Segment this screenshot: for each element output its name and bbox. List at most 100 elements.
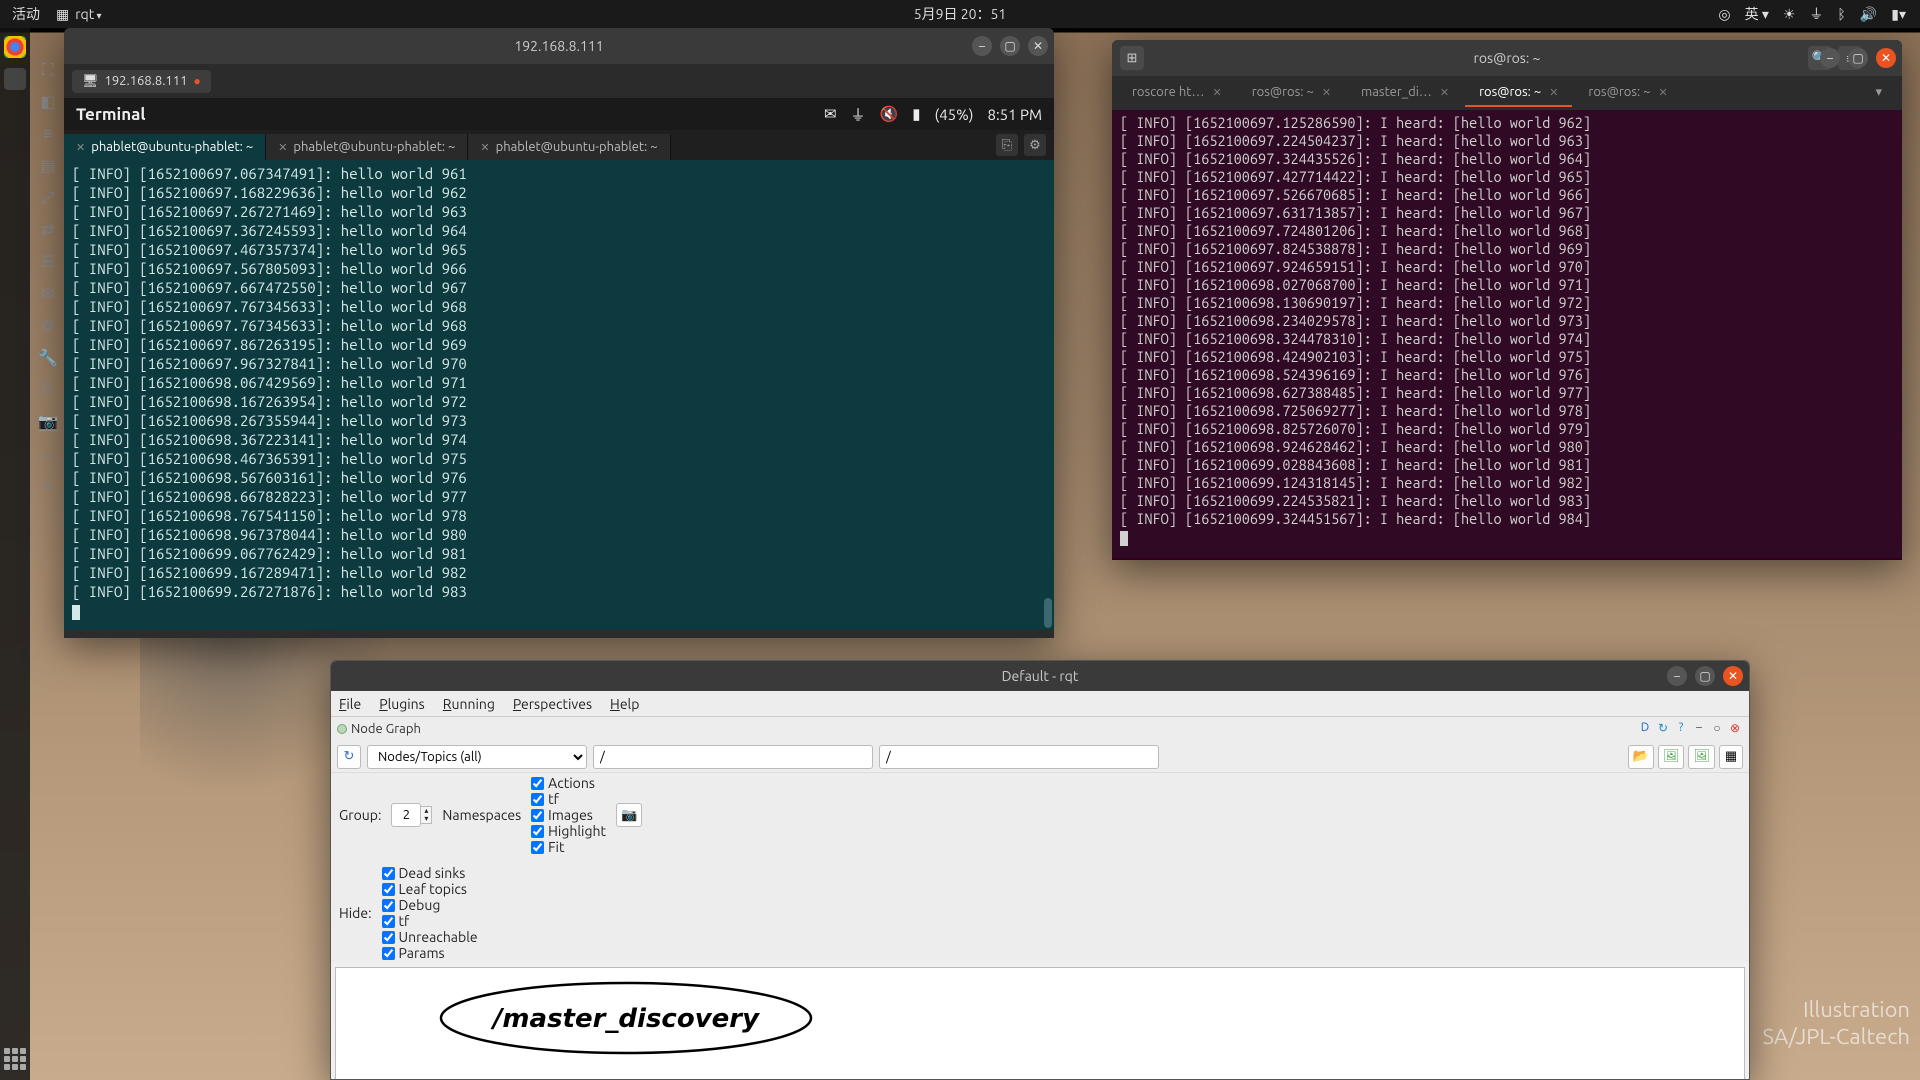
tab-close-icon[interactable]: ✕	[1440, 86, 1449, 99]
tool-copy-icon[interactable]: ⎘	[38, 380, 58, 400]
checkbox-fit[interactable]: Fit	[531, 839, 606, 855]
tab-close-icon[interactable]: ✕	[278, 141, 287, 154]
tab-close-icon[interactable]: ●	[193, 74, 200, 88]
expand-plugin-icon[interactable]: ○	[1709, 721, 1725, 737]
tab-dropdown-icon[interactable]: ▾	[1861, 79, 1896, 108]
maximize-button[interactable]: ▢	[1000, 36, 1020, 56]
checkbox-images[interactable]: Images	[531, 807, 606, 823]
gterm-tab[interactable]: roscore ht…✕	[1118, 79, 1236, 107]
reload-status-icon[interactable]	[337, 724, 347, 734]
tool-screenshot-icon[interactable]: 📷	[38, 412, 58, 432]
gterm-tab[interactable]: ros@ros: ~✕	[1574, 79, 1681, 107]
checkbox-leaf-topics[interactable]: Leaf topics	[382, 881, 478, 897]
checkbox-tf[interactable]: tf	[531, 791, 606, 807]
show-applications[interactable]	[4, 1048, 26, 1070]
activities-button[interactable]: 活动	[12, 4, 40, 24]
group-spinbox[interactable]: ▴▾	[391, 803, 432, 827]
menu-plugins[interactable]: Plugins	[379, 696, 425, 712]
tool-scale-icon[interactable]: ◧	[38, 92, 58, 112]
reload-icon[interactable]: ↻	[1655, 721, 1671, 737]
tool-grab-icon[interactable]: ≡	[38, 124, 58, 144]
tool-menu-icon[interactable]: ☰	[38, 252, 58, 272]
wifi-strength-icon[interactable]: ⏚	[851, 104, 866, 125]
tool-resize-icon[interactable]: ⤢	[38, 188, 58, 208]
minimize-plugin-icon[interactable]: –	[1691, 721, 1707, 737]
minimize-button[interactable]: –	[1667, 666, 1687, 686]
help-icon[interactable]: ?	[1673, 721, 1689, 737]
checkbox-actions[interactable]: Actions	[531, 775, 606, 791]
remote-titlebar[interactable]: 192.168.8.111 – ▢ ✕	[64, 28, 1054, 64]
mail-icon[interactable]: ✉	[824, 105, 837, 123]
wifi-icon[interactable]: ⏚	[1809, 4, 1823, 24]
battery-status-icon[interactable]: ▮	[912, 105, 920, 123]
app-menu[interactable]: ▦ rqt	[56, 6, 102, 23]
close-button[interactable]: ✕	[1876, 48, 1896, 68]
tab-close-icon[interactable]: ✕	[1322, 86, 1331, 99]
save-dot-icon[interactable]: 🖼	[1688, 745, 1715, 769]
dock-app-chrome[interactable]	[4, 36, 26, 58]
gterm-output[interactable]: [ INFO] [1652100697.125286590]: I heard:…	[1112, 110, 1902, 558]
input-language[interactable]: 英 ▾	[1745, 4, 1769, 24]
checkbox-dead-sinks[interactable]: Dead sinks	[382, 865, 478, 881]
maximize-button[interactable]: ▢	[1848, 48, 1868, 68]
tab-close-icon[interactable]: ✕	[480, 141, 489, 154]
checkbox-unreachable[interactable]: Unreachable	[382, 929, 478, 945]
terminal-output[interactable]: [ INFO] [1652100697.067347491]: hello wo…	[64, 160, 1054, 630]
checkbox-highlight[interactable]: Highlight	[531, 823, 606, 839]
close-plugin-icon[interactable]: ⊗	[1727, 721, 1743, 737]
terminal-tab[interactable]: ✕phablet@ubuntu-phablet: ~	[64, 134, 266, 160]
menu-help[interactable]: Help	[610, 696, 639, 712]
checkbox-params[interactable]: Params	[382, 945, 478, 961]
tool-link-icon[interactable]: ⚭	[38, 476, 58, 496]
brightness-icon[interactable]: ☀	[1783, 6, 1796, 23]
node-graph-canvas[interactable]: /master_discovery/talker/chatter/listene…	[335, 967, 1745, 1080]
dock-app-generic[interactable]	[4, 68, 26, 90]
node-filter-input[interactable]	[593, 745, 873, 769]
tool-wrench-icon[interactable]: 🔧	[38, 348, 58, 368]
save-image-icon[interactable]: 🖼	[1658, 745, 1685, 769]
maximize-button[interactable]: ▢	[1695, 666, 1715, 686]
gterm-tab[interactable]: ros@ros: ~✕	[1238, 79, 1345, 107]
graph-type-dropdown[interactable]: Nodes/Topics (all)	[367, 745, 587, 769]
copy-icon[interactable]: ⎘	[996, 134, 1018, 156]
minimize-button[interactable]: –	[972, 36, 992, 56]
close-button[interactable]: ✕	[1028, 36, 1048, 56]
tab-close-icon[interactable]: ✕	[1549, 86, 1558, 99]
gterm-titlebar[interactable]: ⊞ ros@ros: ~ 🔍 ≡ – ▢ ✕	[1112, 40, 1902, 76]
close-button[interactable]: ✕	[1723, 666, 1743, 686]
accessibility-icon[interactable]: ◎	[1718, 6, 1730, 23]
tool-down-icon[interactable]: ⌄	[38, 444, 58, 464]
clock[interactable]: 5月9日 20：51	[914, 4, 1007, 24]
dock-icon[interactable]: D	[1637, 721, 1653, 737]
rqt-titlebar[interactable]: Default - rqt – ▢ ✕	[331, 661, 1749, 691]
tool-multi-icon[interactable]: ▤	[38, 156, 58, 176]
topic-filter-input[interactable]	[879, 745, 1159, 769]
menu-file[interactable]: File	[339, 696, 361, 712]
scrollbar-thumb[interactable]	[1044, 598, 1052, 628]
snapshot-icon[interactable]: 📷	[616, 803, 642, 827]
refresh-button[interactable]: ↻	[337, 745, 361, 769]
menu-running[interactable]: Running	[443, 696, 495, 712]
tool-switch-icon[interactable]: ⇄	[38, 220, 58, 240]
tool-mail-icon[interactable]: ✉	[38, 284, 58, 304]
new-tab-button[interactable]: ⊞	[1120, 46, 1144, 70]
mute-icon[interactable]: 🔇	[880, 105, 899, 123]
fit-icon[interactable]: ▦	[1719, 745, 1743, 769]
battery-icon[interactable]: ▮▾	[1891, 6, 1906, 23]
settings-icon[interactable]: ⚙	[1024, 134, 1046, 156]
remote-tab[interactable]: 🖥 192.168.8.111 ●	[72, 70, 211, 93]
open-icon[interactable]: 📂	[1628, 745, 1654, 769]
terminal-tab[interactable]: ✕phablet@ubuntu-phablet: ~	[266, 134, 468, 160]
minimize-button[interactable]: –	[1820, 48, 1840, 68]
bluetooth-icon[interactable]: ᛒ	[1837, 6, 1845, 22]
checkbox-tf[interactable]: tf	[382, 913, 478, 929]
tool-fullscreen-icon[interactable]: ⛶	[38, 60, 58, 80]
tab-close-icon[interactable]: ✕	[1212, 86, 1221, 99]
tool-settings-icon[interactable]: ⚙	[38, 316, 58, 336]
gterm-tab[interactable]: master_di…✕	[1347, 79, 1463, 107]
tab-close-icon[interactable]: ✕	[76, 141, 85, 154]
terminal-tab[interactable]: ✕phablet@ubuntu-phablet: ~	[468, 134, 670, 160]
checkbox-debug[interactable]: Debug	[382, 897, 478, 913]
tab-close-icon[interactable]: ✕	[1659, 86, 1668, 99]
volume-icon[interactable]: 🔊	[1860, 6, 1877, 23]
